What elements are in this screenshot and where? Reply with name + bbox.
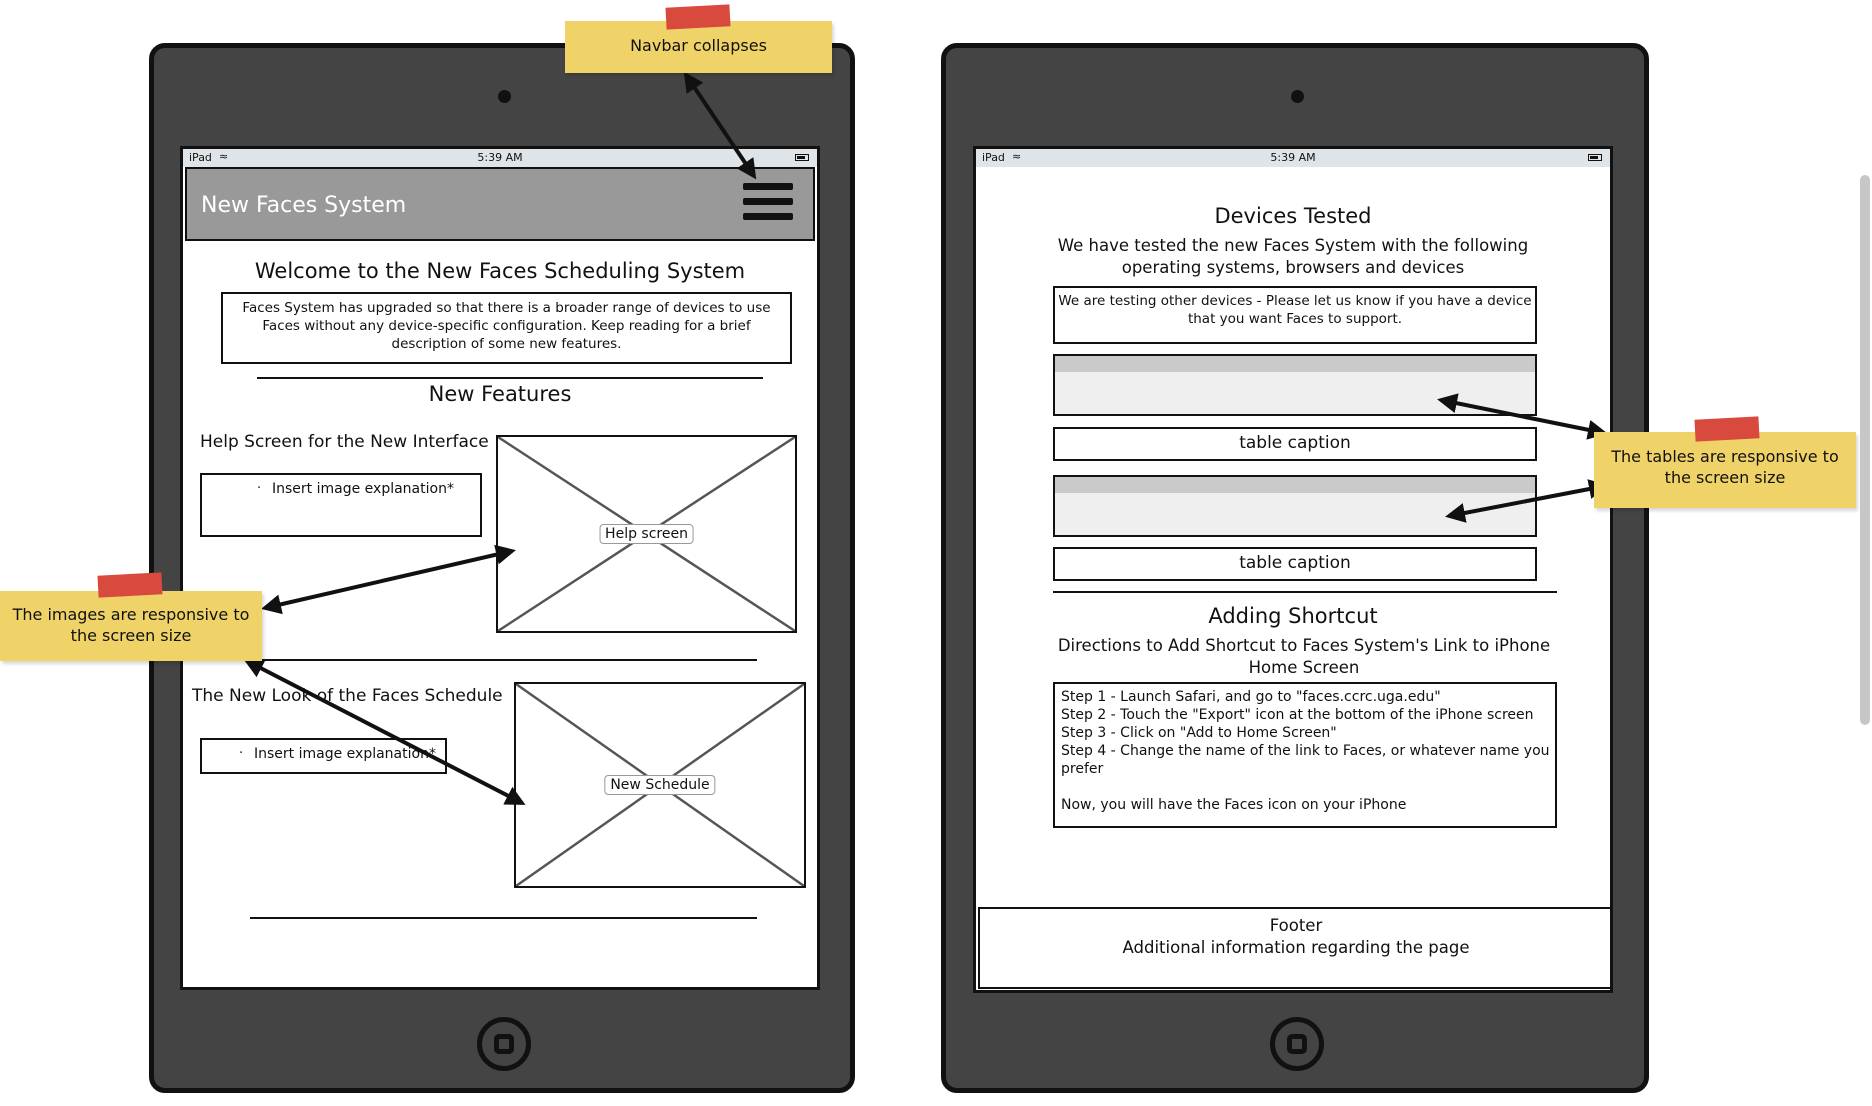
intro-line: description of some new features. [391, 336, 622, 352]
left-ipad-camera [498, 90, 511, 103]
status-time: 5:39 AM [477, 151, 523, 164]
table-caption-1: table caption [1053, 427, 1537, 461]
feature1-explanation-box: · Insert image explanation* [200, 473, 482, 537]
note-line: We are testing other devices - Please le… [1058, 293, 1532, 309]
devices-tested-subtitle: We have tested the new Faces System with… [976, 235, 1610, 279]
adding-shortcut-title: Adding Shortcut [1208, 604, 1378, 628]
features-title: New Features [428, 382, 572, 406]
help-screen-label: Help screen [599, 524, 694, 544]
note-line: that you want Faces to support. [1187, 311, 1403, 327]
note-text: Navbar collapses [630, 36, 767, 55]
feature1-title: Help Screen for the New Interface [200, 432, 489, 452]
hamburger-menu-icon[interactable] [743, 183, 793, 223]
navbar-collapses-note: Navbar collapses [565, 21, 832, 73]
subtitle-line: Home Screen [1248, 658, 1360, 677]
note-line: The tables are responsive to [1611, 447, 1839, 466]
new-schedule-image-placeholder: New Schedule [514, 682, 806, 888]
footer-text: Additional information regarding the pag… [1122, 938, 1470, 957]
footer-title: Footer [1269, 916, 1323, 935]
step-line: Step 2 - Touch the "Export" icon at the … [1061, 707, 1534, 723]
intro-line: Faces without any device-specific config… [262, 318, 751, 334]
divider [250, 917, 757, 919]
note-tape [665, 4, 731, 30]
left-home-button-icon[interactable] [477, 1017, 531, 1071]
help-screen-image-placeholder: Help screen [496, 435, 797, 633]
feature2-explanation-box: · Insert image explanation* [200, 738, 447, 774]
feature2-explanation: Insert image explanation* [254, 746, 436, 762]
step-line [1061, 778, 1549, 796]
images-responsive-note: The images are responsive to the screen … [0, 591, 262, 661]
devices-table-2 [1053, 475, 1537, 537]
note-line: the screen size [1664, 468, 1786, 487]
devices-tested-title: Devices Tested [1214, 204, 1372, 228]
right-home-button-icon[interactable] [1270, 1017, 1324, 1071]
steps-box: Step 1 - Launch Safari, and go to "faces… [1053, 682, 1557, 828]
status-time: 5:39 AM [1270, 151, 1316, 164]
step-line: Step 3 - Click on "Add to Home Screen" [1061, 725, 1337, 741]
note-tape [1694, 416, 1760, 442]
divider [257, 377, 763, 379]
battery-icon [1588, 154, 1602, 161]
right-ipad-screen: iPad ≈ 5:39 AM Devices Tested We have te… [973, 146, 1613, 993]
navbar: New Faces System [185, 167, 815, 241]
divider [1053, 591, 1557, 593]
subtitle-line: operating systems, browsers and devices [1121, 258, 1465, 277]
feature1-explanation: Insert image explanation* [272, 481, 454, 497]
new-schedule-label: New Schedule [604, 775, 716, 795]
step-line: Now, you will have the Faces icon on you… [1061, 797, 1407, 813]
bullet-icon: · [257, 481, 262, 496]
table-caption-2: table caption [1053, 547, 1537, 581]
left-ipad-screen: iPad ≈ 5:39 AM New Faces System Welcome … [180, 146, 820, 990]
table-header [1055, 356, 1535, 372]
step-line: prefer [1061, 761, 1104, 777]
step-line: Step 4 - Change the name of the link to … [1061, 743, 1550, 759]
note-line: The images are responsive to [12, 605, 250, 624]
footer: Footer Additional information regarding … [978, 907, 1610, 989]
intro-line: Faces System has upgraded so that there … [242, 300, 771, 316]
adding-shortcut-subtitle: Directions to Add Shortcut to Faces Syst… [976, 635, 1610, 679]
subtitle-line: Directions to Add Shortcut to Faces Syst… [1057, 636, 1551, 655]
note-tape [97, 572, 163, 598]
step-line: Step 1 - Launch Safari, and go to "faces… [1061, 689, 1441, 705]
bullet-icon: · [239, 746, 244, 761]
feature2-title: The New Look of the Faces Schedule [192, 686, 503, 706]
devices-table-1 [1053, 354, 1537, 416]
testing-note-box: We are testing other devices - Please le… [1053, 286, 1537, 344]
left-status-bar: iPad ≈ 5:39 AM [183, 149, 817, 167]
right-ipad-camera [1291, 90, 1304, 103]
welcome-title: Welcome to the New Faces Scheduling Syst… [254, 259, 746, 283]
note-line: the screen size [70, 626, 192, 645]
right-status-bar: iPad ≈ 5:39 AM [976, 149, 1610, 167]
divider [243, 659, 757, 661]
intro-box: Faces System has upgraded so that there … [221, 292, 792, 364]
navbar-brand[interactable]: New Faces System [201, 193, 406, 218]
tables-responsive-note: The tables are responsive to the screen … [1594, 432, 1856, 508]
page-scrollbar[interactable] [1860, 175, 1870, 725]
subtitle-line: We have tested the new Faces System with… [1057, 236, 1529, 255]
battery-icon [795, 154, 809, 161]
table-header [1055, 477, 1535, 493]
